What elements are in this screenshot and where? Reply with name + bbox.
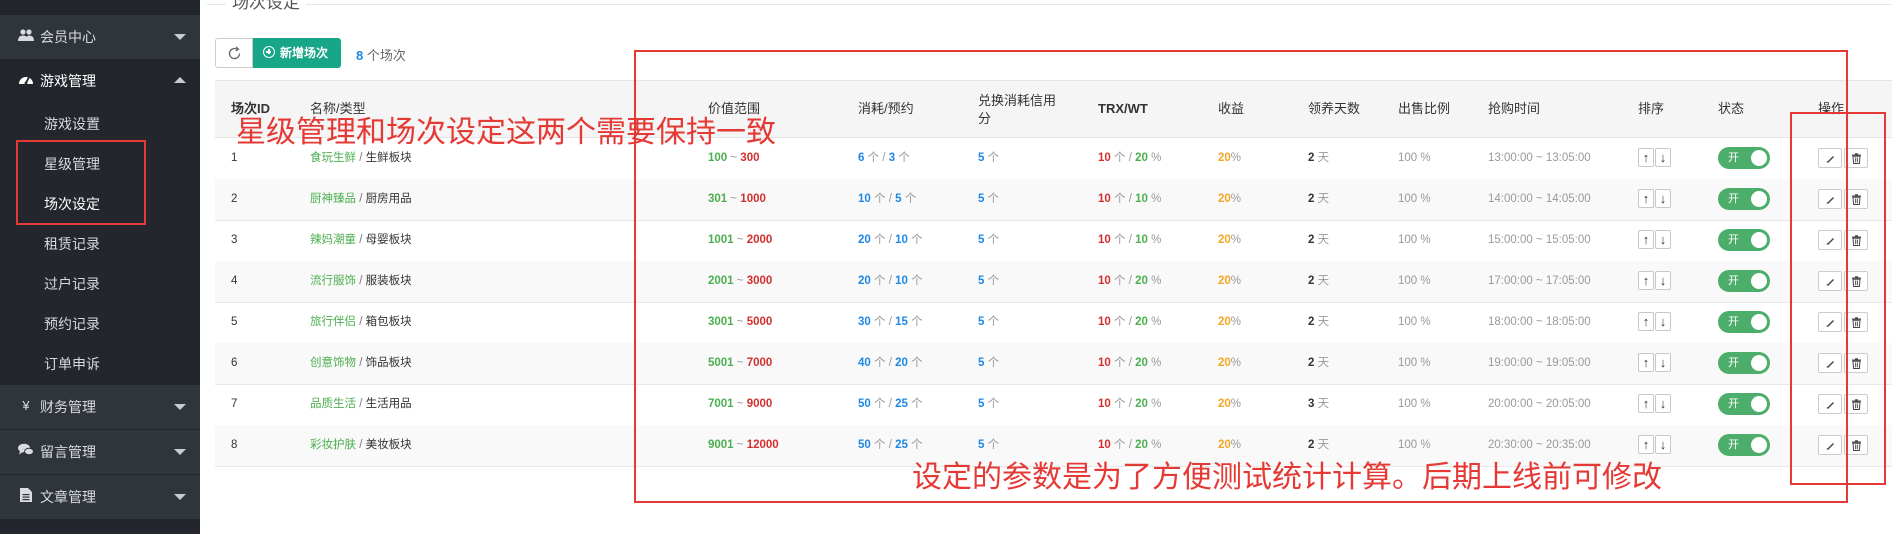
cell-name-type: 旅行伴侣 / 箱包板块 (310, 315, 412, 329)
session-type: 厨房用品 (365, 193, 412, 205)
nav-group-label: 留言管理 (40, 444, 96, 460)
add-session-label: 新增场次 (280, 46, 329, 60)
chevron-down-icon (174, 34, 186, 40)
session-type: 服装板块 (365, 275, 412, 287)
nav-group-finance[interactable]: ¥ 财务管理 (0, 385, 200, 429)
sep: / (356, 357, 366, 369)
cell-id: 1 (231, 152, 238, 164)
cell-name-type: 厨神臻品 / 厨房用品 (310, 192, 412, 206)
sep: / (356, 439, 366, 451)
annotation-box-sidebar (16, 140, 146, 225)
session-count-text: 个场次 (363, 48, 406, 63)
session-name: 彩妆护肤 (310, 439, 356, 451)
cell-name-type: 品质生活 / 生活用品 (310, 397, 412, 411)
cell-id: 7 (231, 398, 238, 410)
nav-group-label: 文章管理 (40, 489, 96, 505)
cell-name-type: 食玩生鲜 / 生鲜板块 (310, 151, 412, 165)
session-type: 母婴板块 (365, 234, 412, 246)
session-name: 旅行伴侣 (310, 316, 356, 328)
cell-id: 8 (231, 439, 238, 451)
cell-name-type: 彩妆护肤 / 美妆板块 (310, 438, 412, 452)
sidebar-item-label: 预约记录 (44, 316, 100, 332)
sidebar: 会员中心 游戏管理 游戏设置 星级管理 场次设定 租赁记录 过户记录 预约记录 … (0, 0, 200, 534)
chevron-down-icon (174, 404, 186, 410)
dashboard-icon (18, 72, 34, 88)
annotation-box-params (634, 50, 1848, 503)
sidebar-item-label: 过户记录 (44, 276, 100, 292)
refresh-icon (228, 46, 241, 60)
nav-group-game-management[interactable]: 游戏管理 (0, 59, 200, 103)
cell-id: 2 (231, 193, 238, 205)
sep: / (356, 398, 366, 410)
session-count: 8 个场次 (356, 45, 406, 64)
sep: / (356, 193, 366, 205)
cell-name-type: 流行服饰 / 服装板块 (310, 274, 412, 288)
sidebar-item-game-settings[interactable]: 游戏设置 (0, 104, 200, 144)
session-type: 美妆板块 (365, 439, 412, 451)
page-title: 场次设定 (226, 0, 306, 13)
add-session-button[interactable]: 新增场次 (253, 38, 341, 68)
annotation-note-sync: 星级管理和场次设定这两个需要保持一致 (236, 116, 776, 149)
nav-group-label: 财务管理 (40, 399, 96, 415)
session-type: 饰品板块 (365, 357, 412, 369)
sidebar-item-label: 租赁记录 (44, 236, 100, 252)
users-icon (18, 28, 34, 44)
nav-group-member-center[interactable]: 会员中心 (0, 15, 200, 59)
sidebar-item-reservation-records[interactable]: 预约记录 (0, 304, 200, 344)
sidebar-item-order-appeals[interactable]: 订单申诉 (0, 344, 200, 384)
file-text-icon (18, 488, 34, 504)
sidebar-item-label: 游戏设置 (44, 116, 100, 132)
sep: / (356, 275, 366, 287)
nav-group-label: 会员中心 (40, 29, 96, 45)
session-type: 箱包板块 (365, 316, 412, 328)
chevron-down-icon (174, 494, 186, 500)
yen-icon: ¥ (22, 398, 30, 413)
section-divider (207, 4, 1892, 5)
session-name: 创意饰物 (310, 357, 356, 369)
comments-icon (18, 443, 34, 459)
chevron-up-icon (174, 77, 186, 83)
session-name: 流行服饰 (310, 275, 356, 287)
session-name: 品质生活 (310, 398, 356, 410)
plus-circle-icon (263, 46, 275, 58)
nav-group-messages[interactable]: 留言管理 (0, 430, 200, 474)
annotation-note-params: 设定的参数是为了方便测试统计计算。后期上线前可修改 (912, 461, 1662, 494)
session-name: 厨神臻品 (310, 193, 356, 205)
col-header-name: 名称/类型 (310, 101, 366, 116)
annotation-box-ops (1790, 112, 1886, 485)
sep: / (356, 234, 366, 246)
col-header-id: 场次ID (231, 101, 271, 116)
sidebar-item-label: 订单申诉 (44, 356, 100, 372)
sep: / (356, 152, 366, 164)
cell-id: 5 (231, 316, 238, 328)
chevron-down-icon (174, 449, 186, 455)
refresh-button[interactable] (215, 38, 253, 68)
cell-id: 6 (231, 357, 238, 369)
nav-group-label: 游戏管理 (40, 73, 96, 89)
sep: / (356, 316, 366, 328)
cell-id: 4 (231, 275, 238, 287)
cell-name-type: 辣妈潮童 / 母婴板块 (310, 233, 412, 247)
cell-id: 3 (231, 234, 238, 246)
session-type: 生活用品 (365, 398, 412, 410)
cell-name-type: 创意饰物 / 饰品板块 (310, 356, 412, 370)
session-name: 辣妈潮童 (310, 234, 356, 246)
session-name: 食玩生鲜 (310, 152, 356, 164)
nav-group-articles[interactable]: 文章管理 (0, 475, 200, 519)
sidebar-item-transfer-records[interactable]: 过户记录 (0, 264, 200, 304)
sidebar-item-rental-records[interactable]: 租赁记录 (0, 224, 200, 264)
session-type: 生鲜板块 (365, 152, 412, 164)
